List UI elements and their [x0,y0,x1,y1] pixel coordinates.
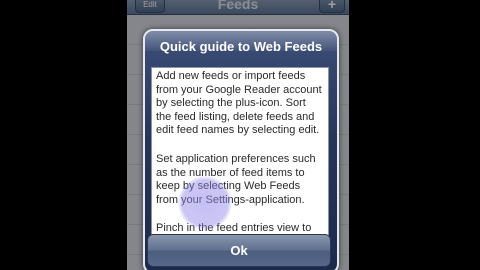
ok-button[interactable]: Ok [147,234,331,267]
alert-paragraph: Add new feeds or import feeds from your … [156,70,322,137]
video-frame: Edit Feeds + Quick guide to Web Feeds Ad… [0,0,480,270]
touch-indicator [178,176,232,230]
alert-title: Quick guide to Web Feeds [159,39,323,54]
